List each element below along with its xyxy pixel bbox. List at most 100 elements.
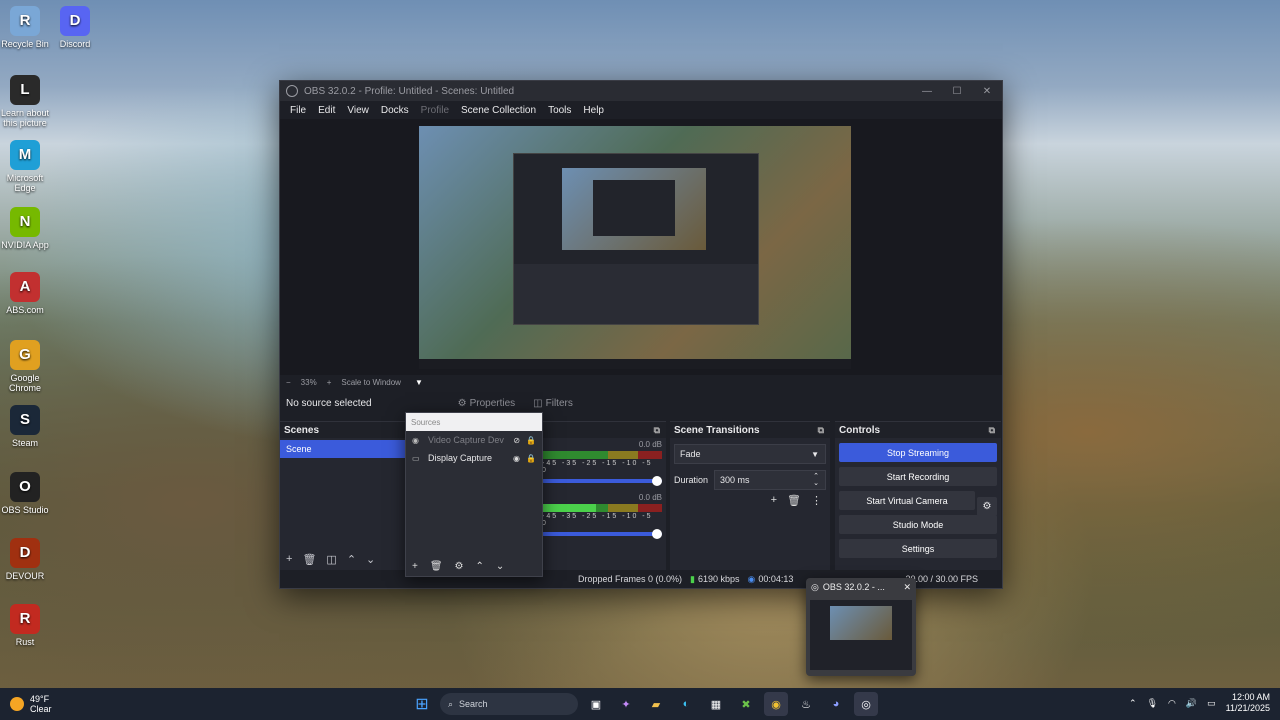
scale-mode[interactable]: Scale to Window bbox=[341, 378, 401, 387]
edge-icon[interactable]: ◐ bbox=[674, 692, 698, 716]
desktop-icon[interactable]: O OBS Studio bbox=[0, 472, 55, 515]
wifi-icon[interactable]: ◠ bbox=[1168, 698, 1176, 709]
task-view-icon[interactable]: ▣ bbox=[584, 692, 608, 716]
menu-scene-collection[interactable]: Scene Collection bbox=[455, 105, 542, 116]
steam-icon[interactable]: ♨ bbox=[794, 692, 818, 716]
add-transition-button[interactable]: + bbox=[771, 494, 777, 507]
desktop-icon-label: ABS.com bbox=[6, 305, 44, 315]
remove-scene-button[interactable]: 🗑 bbox=[302, 553, 316, 566]
xbox-icon[interactable]: ✖ bbox=[734, 692, 758, 716]
obs-logo-icon: ◎ bbox=[811, 581, 819, 592]
move-scene-up-button[interactable]: ⌃ bbox=[347, 553, 356, 566]
lock-icon[interactable]: 🔒 bbox=[526, 436, 536, 445]
chevron-up-icon[interactable]: ⌃ bbox=[1129, 698, 1137, 709]
store-icon[interactable]: ▦ bbox=[704, 692, 728, 716]
transition-menu-button[interactable]: ⋮ bbox=[811, 494, 822, 507]
desktop-icon[interactable]: D Discord bbox=[45, 6, 105, 49]
sources-dock-floating: Sources ◉ Video Capture Dev ⊘ 🔒 ▭ Displa… bbox=[405, 412, 543, 577]
desktop-icon[interactable]: L Learn about this picture bbox=[0, 75, 55, 128]
remove-transition-button[interactable]: 🗑 bbox=[787, 494, 801, 507]
lock-icon[interactable]: 🔒 bbox=[526, 454, 536, 463]
eye-hidden-icon[interactable]: ⊘ bbox=[513, 436, 520, 445]
studio-mode-button[interactable]: Studio Mode bbox=[839, 515, 997, 534]
minimize-button[interactable]: — bbox=[912, 86, 942, 97]
desktop-icon[interactable]: N NVIDIA App bbox=[0, 207, 55, 250]
dock-popout-icon[interactable]: ⧉ bbox=[654, 425, 660, 436]
close-button[interactable]: ✕ bbox=[972, 86, 1002, 97]
dock-popout-icon[interactable]: ⧉ bbox=[818, 425, 824, 436]
preview-nested-window bbox=[513, 153, 759, 325]
zoom-level: 33% bbox=[300, 377, 317, 387]
search-box[interactable]: ⌕ Search bbox=[440, 693, 578, 715]
menu-view[interactable]: View bbox=[341, 105, 375, 116]
close-icon[interactable]: ✕ bbox=[903, 582, 911, 593]
maximize-button[interactable]: ☐ bbox=[942, 86, 972, 97]
remove-source-button[interactable]: 🗑 bbox=[430, 561, 443, 572]
settings-button[interactable]: Settings bbox=[839, 539, 997, 558]
move-source-up-button[interactable]: ⌃ bbox=[476, 561, 484, 572]
add-scene-button[interactable]: + bbox=[286, 553, 292, 566]
filters-button[interactable]: ◫ Filters bbox=[527, 396, 579, 411]
obs-icon[interactable]: ◎ bbox=[854, 692, 878, 716]
microphone-icon[interactable]: 🎙 bbox=[1147, 698, 1158, 709]
menu-profile[interactable]: Profile bbox=[415, 105, 455, 116]
desktop-icon[interactable]: D DEVOUR bbox=[0, 538, 55, 581]
discord-icon[interactable]: ◕ bbox=[824, 692, 848, 716]
sources-title[interactable]: Sources bbox=[406, 413, 542, 431]
chrome-icon[interactable]: ◉ bbox=[764, 692, 788, 716]
scene-transitions-dock: Scene Transitions ⧉ Fade ▼ Duration 300 … bbox=[670, 421, 830, 572]
battery-icon[interactable]: ▭ bbox=[1207, 698, 1216, 709]
discord-icon: D bbox=[60, 6, 90, 36]
menu-edit[interactable]: Edit bbox=[312, 105, 341, 116]
start-button[interactable]: ⊞ bbox=[410, 692, 434, 716]
properties-button[interactable]: ⚙ Properties bbox=[452, 396, 522, 411]
nvidia-icon: N bbox=[10, 207, 40, 237]
dock-popout-icon[interactable]: ⧉ bbox=[989, 425, 995, 436]
desktop-icon[interactable]: S Steam bbox=[0, 405, 55, 448]
volume-slider[interactable] bbox=[542, 529, 662, 539]
scene-item[interactable]: Scene bbox=[280, 440, 406, 458]
eye-icon[interactable]: ◉ bbox=[513, 454, 520, 463]
taskbar-thumbnail[interactable]: ◎ OBS 32.0.2 - ... ✕ bbox=[806, 578, 916, 676]
start-recording-button[interactable]: Start Recording bbox=[839, 467, 997, 486]
duration-stepper-icon[interactable]: ⌃ ⌄ bbox=[813, 473, 819, 487]
menu-tools[interactable]: Tools bbox=[542, 105, 577, 116]
menu-help[interactable]: Help bbox=[577, 105, 610, 116]
search-placeholder: Search bbox=[459, 699, 488, 709]
volume-slider[interactable] bbox=[542, 476, 662, 486]
copilot-icon[interactable]: ✦ bbox=[614, 692, 638, 716]
mixer-track: 0.0 dB -45 -35 -25 -15 -10 -5 0 bbox=[542, 440, 662, 486]
preview-canvas[interactable] bbox=[419, 126, 851, 369]
obs-titlebar[interactable]: OBS 32.0.2 - Profile: Untitled - Scenes:… bbox=[280, 81, 1002, 101]
zoom-out-button[interactable]: − bbox=[286, 378, 291, 387]
scenes-dock: Scenes Scene + 🗑 ◫ ⌃ ⌄ bbox=[280, 421, 406, 572]
desktop-icon[interactable]: M Microsoft Edge bbox=[0, 140, 55, 193]
move-source-down-button[interactable]: ⌄ bbox=[496, 561, 504, 572]
source-item[interactable]: ▭ Display Capture ◉ 🔒 bbox=[406, 449, 542, 467]
stop-streaming-button[interactable]: Stop Streaming bbox=[839, 443, 997, 462]
clock[interactable]: 12:00 AM 11/21/2025 bbox=[1226, 692, 1270, 714]
start-virtual-camera-button[interactable]: Start Virtual Camera bbox=[839, 491, 975, 510]
weather-widget[interactable]: 49°F Clear bbox=[10, 694, 52, 714]
virtual-camera-settings-icon[interactable]: ⚙ bbox=[977, 497, 997, 516]
transition-select[interactable]: Fade ▼ bbox=[674, 444, 826, 464]
volume-meter bbox=[542, 451, 662, 459]
zoom-in-button[interactable]: + bbox=[327, 378, 332, 387]
source-properties-button[interactable]: ⚙ bbox=[455, 561, 464, 572]
scene-filters-button[interactable]: ◫ bbox=[326, 553, 336, 566]
move-scene-down-button[interactable]: ⌄ bbox=[366, 553, 375, 566]
scale-dropdown-icon[interactable]: ▼ bbox=[415, 378, 423, 387]
desktop-icon-label: OBS Studio bbox=[1, 505, 49, 515]
duration-input[interactable]: 300 ms ⌃ ⌄ bbox=[714, 470, 826, 490]
file-explorer-icon[interactable]: ▰ bbox=[644, 692, 668, 716]
desktop-icon[interactable]: R Rust bbox=[0, 604, 55, 647]
monitor-icon: ▭ bbox=[412, 453, 420, 463]
desktop-icon[interactable]: A ABS.com bbox=[0, 272, 55, 315]
menu-docks[interactable]: Docks bbox=[375, 105, 415, 116]
source-item[interactable]: ◉ Video Capture Dev ⊘ 🔒 bbox=[406, 431, 542, 449]
desktop-icon[interactable]: G Google Chrome bbox=[0, 340, 55, 393]
controls-dock: Controls ⧉ Stop Streaming Start Recordin… bbox=[835, 421, 1001, 572]
menu-file[interactable]: File bbox=[284, 105, 312, 116]
speaker-icon[interactable]: 🔊 bbox=[1186, 698, 1197, 709]
add-source-button[interactable]: + bbox=[412, 561, 418, 572]
